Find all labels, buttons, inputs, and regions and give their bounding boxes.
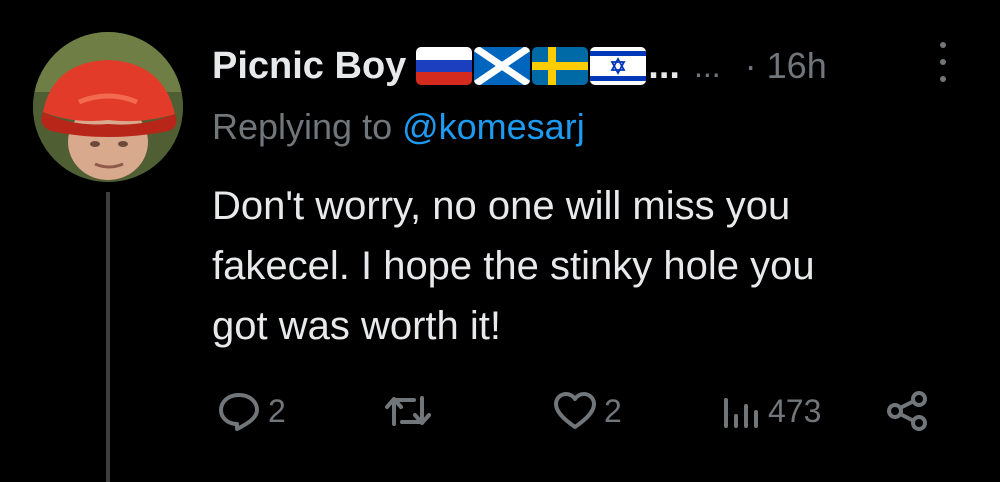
tweet-text-line: Don't worry, no one will miss you (212, 184, 791, 228)
tweet-text-line: got was worth it! (212, 304, 502, 348)
retweet-button[interactable] (384, 386, 438, 436)
share-icon (887, 391, 927, 431)
name-overflow-ellipsis: ... (648, 44, 680, 87)
replying-to-handle[interactable]: @komesarj (402, 106, 585, 147)
reply-button[interactable]: 2 (216, 386, 286, 436)
israel-flag-icon (590, 47, 647, 85)
header-truncation-dots: ... (693, 47, 721, 84)
replying-to-label: Replying to (212, 106, 403, 147)
share-button[interactable] (884, 386, 930, 436)
retweet-icon (385, 396, 431, 426)
tweet-actions-bar: 2 2 473 (0, 386, 1000, 436)
russia-flag-icon (416, 47, 473, 85)
views-icon (724, 398, 758, 428)
views-count: 473 (768, 392, 822, 429)
thread-connector-line (106, 192, 110, 482)
views-button[interactable]: 473 (720, 386, 821, 436)
like-count: 2 (604, 392, 622, 429)
tweet-text: Don't worry, no one will miss you fakece… (212, 176, 972, 356)
avatar-image (33, 32, 183, 182)
like-button[interactable]: 2 (552, 386, 622, 436)
tweet-text-line: fakecel. I hope the stinky hole you (212, 244, 815, 288)
tweet-timestamp[interactable]: · 16h (745, 45, 827, 87)
reply-icon (219, 393, 259, 431)
heart-icon (554, 392, 596, 429)
tweet-header: Picnic Boy ... ... · 16h (212, 36, 972, 96)
author-name[interactable]: Picnic Boy (212, 45, 406, 88)
scotland-flag-icon (474, 47, 531, 85)
replying-to: Replying to @komesarj (212, 106, 585, 148)
author-flags (416, 47, 647, 85)
sweden-flag-icon (532, 47, 589, 85)
more-options-icon[interactable] (936, 42, 950, 82)
reply-count: 2 (268, 392, 286, 429)
author-avatar[interactable] (33, 32, 183, 182)
